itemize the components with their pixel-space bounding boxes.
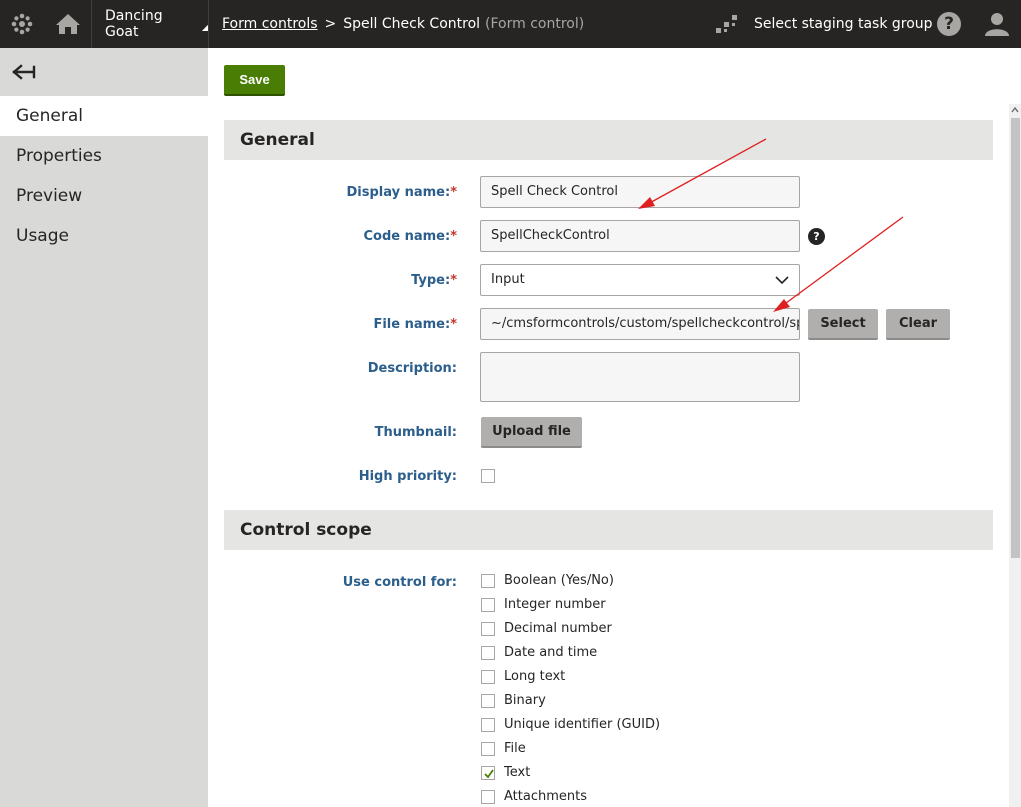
staging-task-group-selector[interactable]: Select staging task group <box>714 0 933 48</box>
staging-icon <box>716 15 737 33</box>
thumbnail-label: Thumbnail: <box>374 425 457 440</box>
site-name: Dancing Goat <box>105 8 163 40</box>
scope-option-label: Unique identifier (GUID) <box>504 717 661 732</box>
top-bar: Dancing Goat ◢ Form controls > Spell Che… <box>0 0 1021 48</box>
scrollbar[interactable] <box>1009 104 1021 807</box>
help-icon: ? <box>937 12 961 36</box>
breadcrumb-link-form-controls[interactable]: Form controls <box>222 16 318 32</box>
breadcrumb-separator-icon: > <box>324 16 337 32</box>
high-priority-checkbox[interactable] <box>481 469 495 483</box>
annotation-arrow-file-name <box>781 216 904 307</box>
scope-option-checkbox[interactable] <box>481 694 495 708</box>
use-control-for-label: Use control for: <box>342 575 457 590</box>
scope-option-label: Long text <box>504 669 566 684</box>
scope-option-checkbox[interactable] <box>481 718 495 732</box>
file-name-label: File name:* <box>373 317 457 332</box>
scope-option-checkbox[interactable] <box>481 646 495 660</box>
chevron-down-icon <box>775 276 789 285</box>
dropdown-triangle-icon: ◢ <box>201 22 208 32</box>
file-name-field[interactable]: ~/cmsformcontrols/custom/spellcheckcontr… <box>480 308 800 340</box>
display-name-field[interactable]: Spell Check Control <box>480 176 800 208</box>
required-mark: * <box>450 229 457 244</box>
code-name-field[interactable]: SpellCheckControl <box>480 220 800 252</box>
scope-option-label: Decimal number <box>504 621 612 636</box>
high-priority-label: High priority: <box>358 469 457 484</box>
description-textarea[interactable] <box>480 352 800 402</box>
scope-option-label: Attachments <box>504 789 587 804</box>
scope-option-checkbox[interactable] <box>481 598 495 612</box>
required-mark: * <box>450 273 457 288</box>
sidebar-item-preview[interactable]: Preview <box>0 176 208 216</box>
description-label: Description: <box>367 361 457 376</box>
kentico-logo-icon[interactable] <box>0 0 44 48</box>
upload-file-button[interactable]: Upload file <box>481 417 582 448</box>
checkmark-icon <box>484 769 494 779</box>
home-icon[interactable] <box>44 0 92 48</box>
scope-option-label: Binary <box>504 693 546 708</box>
sidebar-nav: General Properties Preview Usage <box>0 96 208 256</box>
display-name-label: Display name:* <box>346 185 457 200</box>
section-header-general: General <box>224 120 993 160</box>
scope-option-checkbox[interactable] <box>481 574 495 588</box>
code-name-help-icon[interactable]: ? <box>808 228 825 245</box>
help-button[interactable]: ? <box>936 0 962 48</box>
scope-option-label: Boolean (Yes/No) <box>504 573 614 588</box>
scroll-up-arrow-icon[interactable] <box>1009 104 1021 116</box>
user-icon <box>985 13 1009 36</box>
breadcrumb-object-type: (Form control) <box>485 16 585 32</box>
required-mark: * <box>450 317 457 332</box>
code-name-label: Code name:* <box>363 229 457 244</box>
scope-option-checkbox[interactable] <box>481 670 495 684</box>
select-file-button[interactable]: Select <box>808 309 878 340</box>
scope-option-label: File <box>504 741 526 756</box>
sidebar-item-properties[interactable]: Properties <box>0 136 208 176</box>
type-select[interactable]: Input <box>480 264 800 296</box>
scope-option-checkbox[interactable] <box>481 742 495 756</box>
left-sidebar: General Properties Preview Usage <box>0 48 208 807</box>
staging-label: Select staging task group <box>754 16 933 32</box>
breadcrumb-current: Spell Check Control <box>343 16 481 32</box>
scrollbar-thumb[interactable] <box>1011 118 1020 558</box>
save-button[interactable]: Save <box>224 65 285 96</box>
scope-option-checkbox[interactable] <box>481 790 495 804</box>
breadcrumb: Form controls > Spell Check Control (For… <box>222 0 584 48</box>
type-label: Type:* <box>411 273 457 288</box>
required-mark: * <box>450 185 457 200</box>
section-header-control-scope: Control scope <box>224 510 993 550</box>
scope-option-checkbox[interactable] <box>481 766 495 780</box>
user-menu[interactable] <box>984 0 1010 48</box>
scope-option-label: Text <box>504 765 531 780</box>
sidebar-item-usage[interactable]: Usage <box>0 216 208 256</box>
scope-option-label: Date and time <box>504 645 598 660</box>
sidebar-item-general[interactable]: General <box>0 96 208 136</box>
clear-file-button[interactable]: Clear <box>886 309 950 340</box>
back-arrow-icon[interactable] <box>12 62 38 82</box>
scope-option-checkbox[interactable] <box>481 622 495 636</box>
type-select-value: Input <box>491 272 525 287</box>
site-selector[interactable]: Dancing Goat ◢ <box>93 0 209 48</box>
scope-option-label: Integer number <box>504 597 606 612</box>
